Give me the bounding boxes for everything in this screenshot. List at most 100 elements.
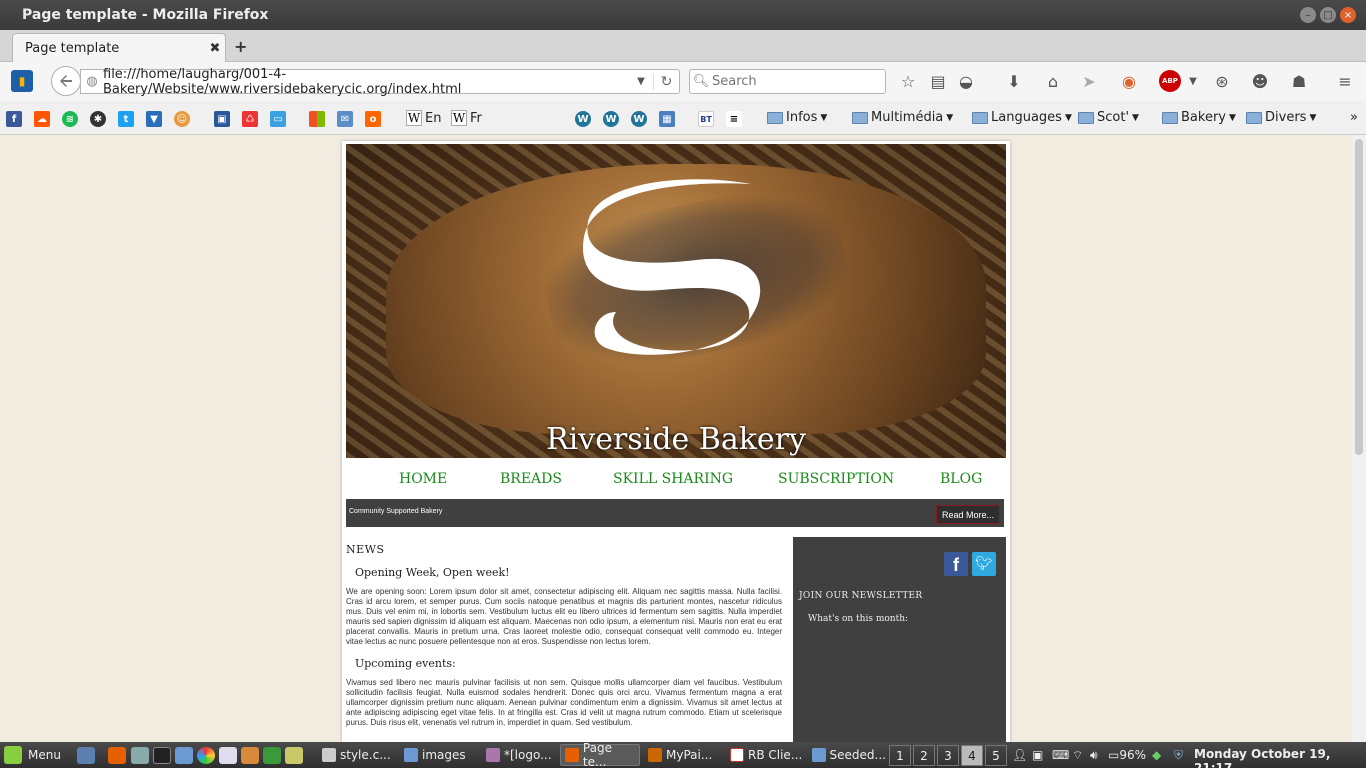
writer-launcher-icon[interactable]	[219, 747, 237, 764]
downloads-icon[interactable]: ⬇	[1003, 70, 1025, 92]
bt-bookmark-icon[interactable]: BT	[698, 111, 714, 127]
folder-label: Divers	[1265, 110, 1307, 125]
folder-scot[interactable]: Scot' ▼	[1078, 110, 1139, 125]
nav-blog[interactable]: BLOG	[940, 471, 982, 487]
url-dropdown-icon[interactable]: ▼	[629, 76, 653, 87]
bookmark-star-icon[interactable]: ☆	[897, 70, 919, 92]
hamburger-menu-icon[interactable]: ≡	[1334, 70, 1356, 92]
folder-divers[interactable]: Divers ▼	[1246, 110, 1316, 125]
folder-multimedia[interactable]: Multimédia ▼	[852, 110, 953, 125]
facebook-bookmark-icon[interactable]: f	[6, 111, 22, 127]
user-icon[interactable]: 👤︎	[1012, 748, 1027, 762]
nav-subscription[interactable]: SUBSCRIPTION	[778, 471, 894, 487]
task-images[interactable]: images	[400, 744, 476, 766]
send-icon[interactable]: ➤	[1078, 70, 1100, 92]
url-text[interactable]: file:///home/laugharg/001-4-Bakery/Websi…	[103, 67, 629, 97]
volume-icon[interactable]: 🔊︎	[1090, 748, 1098, 763]
paint-icon	[648, 748, 662, 762]
tweetdeck-bookmark-icon[interactable]: ▼	[146, 111, 162, 127]
wordpress-bookmark-icon[interactable]: W	[631, 111, 647, 127]
stripes-bookmark-icon[interactable]: ≡	[726, 111, 742, 127]
network-icon[interactable]: ⊛	[1211, 70, 1233, 92]
keyboard-icon[interactable]: ⌨	[1052, 748, 1069, 762]
search-input[interactable]	[712, 74, 872, 89]
tab-close-icon[interactable]: ✖	[205, 41, 225, 56]
soundcloud-bookmark-icon[interactable]: ☁	[34, 111, 50, 127]
chrome-launcher-icon[interactable]	[197, 747, 215, 764]
new-tab-button[interactable]: +	[234, 37, 247, 56]
workspace-1[interactable]: 1	[889, 745, 911, 766]
workspace-2[interactable]: 2	[913, 745, 935, 766]
files-launcher-icon[interactable]	[175, 747, 193, 764]
task-mypai[interactable]: MyPai...	[644, 744, 722, 766]
task-logo[interactable]: *[logo...	[482, 744, 560, 766]
adblock-dropdown-icon[interactable]: ▼	[1182, 70, 1204, 92]
spotify-bookmark-icon[interactable]: ≋	[62, 111, 78, 127]
show-desktop-icon[interactable]	[77, 747, 95, 764]
microsoft-bookmark-icon[interactable]	[309, 111, 325, 127]
blue-bookmark-icon[interactable]: ▭	[270, 111, 286, 127]
calendar-bookmark-icon[interactable]: ▣	[214, 111, 230, 127]
scrollbar-thumb[interactable]	[1355, 139, 1363, 455]
home-icon[interactable]: ⌂	[1042, 70, 1064, 92]
clipboard-icon[interactable]: ▣	[1032, 748, 1043, 762]
reload-icon[interactable]: ↻	[653, 73, 679, 90]
back-button[interactable]	[51, 66, 81, 96]
folder-bakery[interactable]: Bakery ▼	[1162, 110, 1236, 125]
duckduckgo-icon[interactable]: ◉	[1118, 70, 1140, 92]
read-more-button[interactable]: Read More...	[936, 505, 1000, 524]
nav-home[interactable]: HOME	[399, 471, 447, 487]
settings-launcher-icon[interactable]	[131, 747, 149, 764]
workspace-5[interactable]: 5	[985, 745, 1007, 766]
mail-bookmark-icon[interactable]: ✉	[337, 111, 353, 127]
url-bar[interactable]: ◍ file:///home/laugharg/001-4-Bakery/Web…	[80, 67, 680, 97]
twitter-icon[interactable]: 🐦︎	[972, 552, 996, 576]
wikipedia-en-bookmark[interactable]: W En	[406, 110, 441, 126]
task-style[interactable]: style.c...	[318, 744, 398, 766]
folder-infos[interactable]: Infos ▼	[767, 110, 827, 125]
grid-bookmark-icon[interactable]: ▦	[659, 111, 675, 127]
media-launcher-icon[interactable]	[241, 747, 259, 764]
chat-icon[interactable]: ☻	[1249, 70, 1271, 92]
tab-page-template[interactable]: Page template ✖	[12, 33, 226, 62]
task-rb-client[interactable]: RB Clie...	[726, 744, 804, 766]
nav-skill-sharing[interactable]: SKILL SHARING	[613, 471, 733, 487]
pocket-icon[interactable]: ◒	[955, 70, 977, 92]
wordpress-bookmark-icon[interactable]: W	[603, 111, 619, 127]
wikipedia-fr-bookmark[interactable]: W Fr	[451, 110, 482, 126]
ghostery-icon[interactable]: ☗	[1288, 70, 1310, 92]
adblock-icon[interactable]: ABP	[1159, 70, 1181, 92]
wifi-icon[interactable]: ⌔	[1072, 748, 1083, 763]
page-stats-icon[interactable]: ▮	[11, 70, 33, 92]
twitter-bookmark-icon[interactable]: t	[118, 111, 134, 127]
search-bar[interactable]: 🔍︎	[689, 69, 886, 94]
update-shield-icon[interactable]: ◆	[1152, 748, 1161, 762]
terminal-launcher-icon[interactable]	[153, 747, 171, 764]
taskbar-clock[interactable]: Monday October 19, 21:17	[1194, 747, 1366, 768]
events-title: Upcoming events:	[355, 657, 456, 670]
workspace-4[interactable]: 4	[961, 745, 983, 766]
workspace-3[interactable]: 3	[937, 745, 959, 766]
nav-breads[interactable]: BREADS	[500, 471, 562, 487]
security-shield-icon[interactable]: ⛨	[1174, 748, 1183, 763]
firefox-launcher-icon[interactable]	[108, 747, 126, 764]
task-page-template[interactable]: Page te...	[560, 741, 640, 768]
orange-bookmark-icon[interactable]: o	[365, 111, 381, 127]
folder-languages[interactable]: Languages ▼	[972, 110, 1072, 125]
image-launcher-icon[interactable]	[285, 747, 303, 764]
page-scrollbar[interactable]	[1352, 135, 1366, 742]
task-seeded[interactable]: Seeded...	[808, 744, 886, 766]
star-bookmark-icon[interactable]: ✱	[90, 111, 106, 127]
close-window-button[interactable]: ×	[1340, 7, 1356, 23]
mailchimp-bookmark-icon[interactable]: ☺	[174, 111, 190, 127]
reading-list-icon[interactable]: ▤	[927, 70, 949, 92]
bookmarks-overflow-icon[interactable]: »	[1350, 110, 1358, 125]
minimize-button[interactable]: –	[1300, 7, 1316, 23]
calc-launcher-icon[interactable]	[263, 747, 281, 764]
battery-indicator[interactable]: ▭96%	[1108, 748, 1146, 762]
recycle-bookmark-icon[interactable]: ♺	[242, 111, 258, 127]
maximize-button[interactable]: □	[1320, 7, 1336, 23]
start-menu-button[interactable]: Menu	[4, 746, 61, 764]
wordpress-bookmark-icon[interactable]: W	[575, 111, 591, 127]
facebook-icon[interactable]: f	[944, 552, 968, 576]
